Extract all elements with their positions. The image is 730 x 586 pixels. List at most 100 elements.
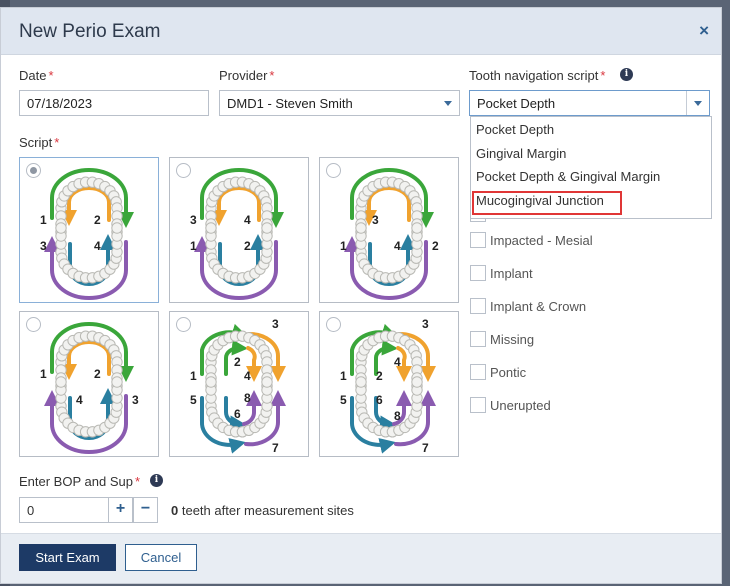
script-number: 6	[376, 393, 383, 407]
script-number: 1	[40, 213, 47, 227]
script-number: 4	[394, 239, 401, 253]
checkbox-label: Unerupted	[490, 398, 551, 413]
script-card[interactable]: 1 24 3	[19, 311, 159, 457]
checkbox[interactable]	[470, 265, 486, 281]
script-number: 2	[94, 213, 101, 227]
script-number: 1	[340, 369, 347, 383]
tooth-shape	[205, 376, 217, 388]
script-label: Script *	[19, 135, 60, 150]
checkbox-label: Pontic	[490, 365, 527, 380]
dialog-title: New Perio Exam	[19, 21, 161, 42]
tooth-nav-dropdown: Pocket Depth Gingival Margin Pocket Dept…	[470, 116, 712, 219]
chevron-down-icon	[444, 101, 452, 106]
script-number: 6	[234, 407, 241, 421]
script-card[interactable]: 3 4 1 2	[169, 157, 309, 303]
script-number: 4	[394, 355, 401, 369]
tooth-shape	[55, 376, 67, 388]
checkbox[interactable]	[470, 397, 486, 413]
script-number: 7	[272, 441, 279, 455]
tooth-shape	[111, 376, 123, 388]
tooth-shape	[261, 222, 273, 234]
checkbox-label: Implant	[490, 266, 533, 281]
script-number: 2	[244, 239, 251, 253]
bop-description: 0 teeth after measurement sites	[171, 503, 354, 518]
script-number: 1	[40, 367, 47, 381]
script-number: 4	[76, 393, 83, 407]
dialog-header: New Perio Exam ×	[1, 8, 721, 55]
script-number: 8	[244, 391, 251, 405]
script-number: 3	[40, 239, 47, 253]
orange-arrow	[61, 186, 111, 226]
chevron-down-icon	[694, 101, 702, 106]
checkbox[interactable]	[470, 331, 486, 347]
script-radio[interactable]	[326, 163, 341, 178]
script-number: 4	[94, 239, 101, 253]
cancel-button[interactable]: Cancel	[125, 544, 197, 571]
script-card[interactable]: 1 2 3 4 5 6 7 8	[169, 311, 309, 457]
script-number: 3	[372, 213, 379, 227]
tooth-shape	[355, 222, 367, 234]
checkbox[interactable]	[470, 364, 486, 380]
provider-label: Provider *	[219, 68, 275, 83]
orange-arrow	[61, 340, 111, 380]
dialog-footer: Start Exam Cancel	[1, 533, 721, 583]
script-number: 7	[422, 441, 429, 455]
provider-select[interactable]: DMD1 - Steven Smith	[219, 90, 460, 116]
script-diagram: 1 2 3 4 5 6 7 8	[190, 317, 286, 455]
checkbox[interactable]	[470, 298, 486, 314]
script-diagram: 1 2 3 4	[40, 168, 134, 300]
script-card[interactable]: 3 1 4 2	[319, 157, 459, 303]
script-number: 3	[190, 213, 197, 227]
script-number: 1	[190, 239, 197, 253]
info-icon[interactable]: i	[150, 474, 163, 487]
script-radio[interactable]	[176, 163, 191, 178]
bop-input[interactable]: 0	[19, 497, 109, 523]
tooth-shape	[55, 222, 67, 234]
script-number: 2	[234, 355, 241, 369]
script-radio[interactable]	[326, 317, 341, 332]
info-icon[interactable]: i	[620, 68, 633, 81]
script-number: 3	[132, 393, 139, 407]
script-number: 1	[340, 239, 347, 253]
date-label: Date *	[19, 68, 54, 83]
tooth-shape	[205, 222, 217, 234]
script-card[interactable]: 1 2 3 4 5 6 7 8	[319, 311, 459, 457]
close-icon[interactable]: ×	[699, 22, 709, 40]
dropdown-option[interactable]: Gingival Margin	[476, 146, 566, 161]
start-exam-button[interactable]: Start Exam	[19, 544, 116, 571]
select-divider	[686, 91, 687, 115]
script-number: 8	[394, 409, 401, 423]
dropdown-option[interactable]: Pocket Depth & Gingival Margin	[476, 169, 660, 184]
orange-arrow	[211, 186, 261, 226]
highlighted-option-outline	[472, 191, 622, 215]
script-number: 5	[190, 393, 197, 407]
date-field[interactable]: 07/18/2023	[19, 90, 209, 116]
script-radio[interactable]	[176, 317, 191, 332]
checkbox[interactable]	[470, 232, 486, 248]
script-number: 5	[340, 393, 347, 407]
script-number: 2	[376, 369, 383, 383]
script-number: 3	[422, 317, 429, 331]
tooth-nav-select[interactable]: Pocket Depth	[469, 90, 710, 116]
script-diagram: 3 4 1 2	[190, 168, 284, 300]
dropdown-option[interactable]: Pocket Depth	[476, 122, 554, 137]
tooth-shape	[411, 376, 423, 388]
script-radio[interactable]	[26, 317, 41, 332]
script-number: 2	[94, 367, 101, 381]
script-number: 4	[244, 369, 251, 383]
tooth-shape	[355, 376, 367, 388]
tooth-shape	[111, 222, 123, 234]
script-number: 3	[272, 317, 279, 331]
increment-button[interactable]: +	[108, 497, 133, 523]
new-perio-exam-dialog: New Perio Exam × Date * 07/18/2023 Provid…	[0, 7, 722, 584]
checkbox-label: Impacted - Mesial	[490, 233, 593, 248]
script-number: 1	[190, 369, 197, 383]
tooth-shape	[411, 222, 423, 234]
decrement-button[interactable]: −	[133, 497, 158, 523]
script-radio[interactable]	[26, 163, 41, 178]
script-number: 2	[432, 239, 439, 253]
script-number: 4	[244, 213, 251, 227]
checkbox-label: Missing	[490, 332, 535, 347]
script-card[interactable]: 1 2 3 4	[19, 157, 159, 303]
tooth-nav-label: Tooth navigation script *	[469, 68, 606, 83]
